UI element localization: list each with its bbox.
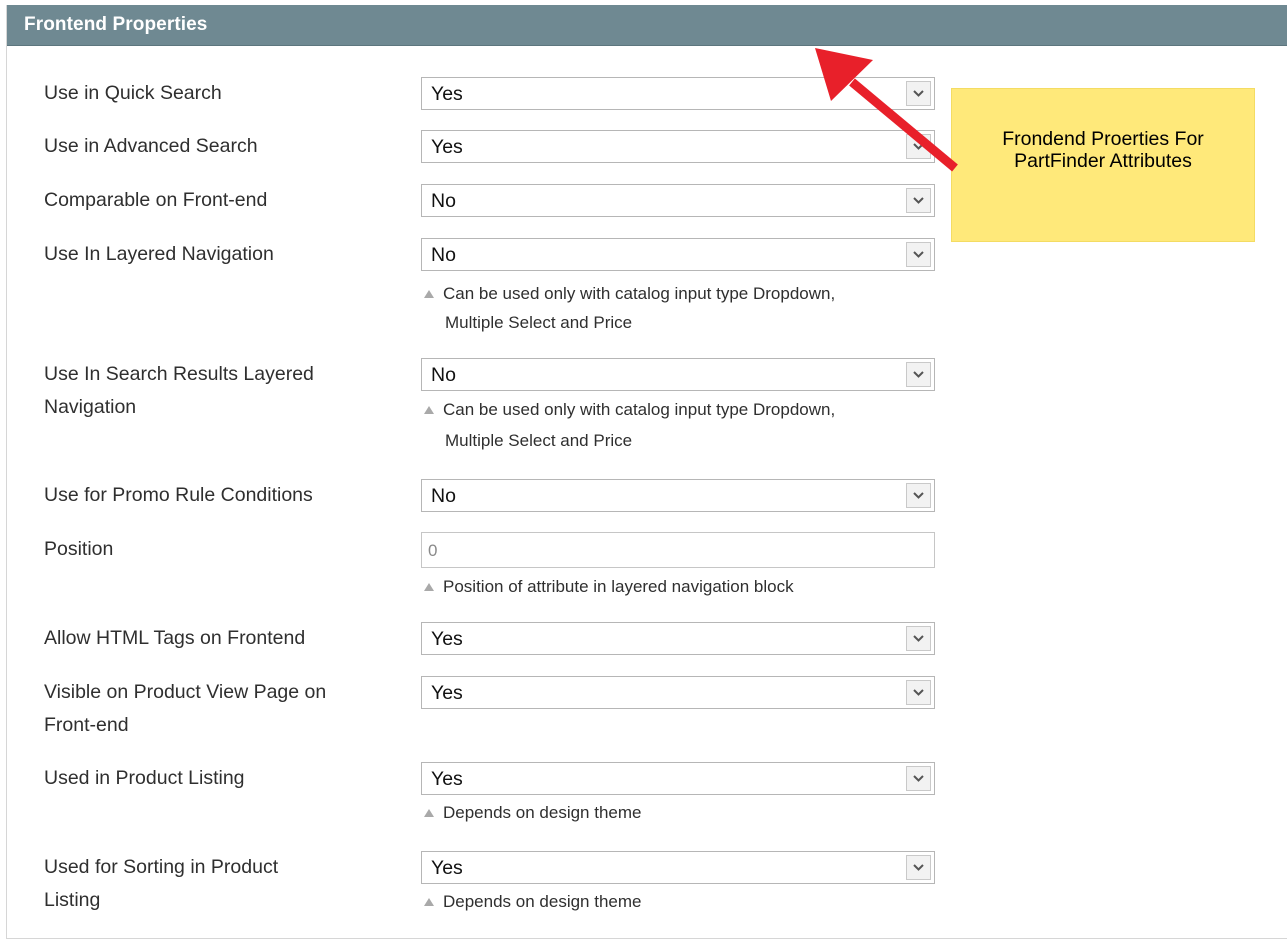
annotation-arrow-icon [815,48,958,172]
